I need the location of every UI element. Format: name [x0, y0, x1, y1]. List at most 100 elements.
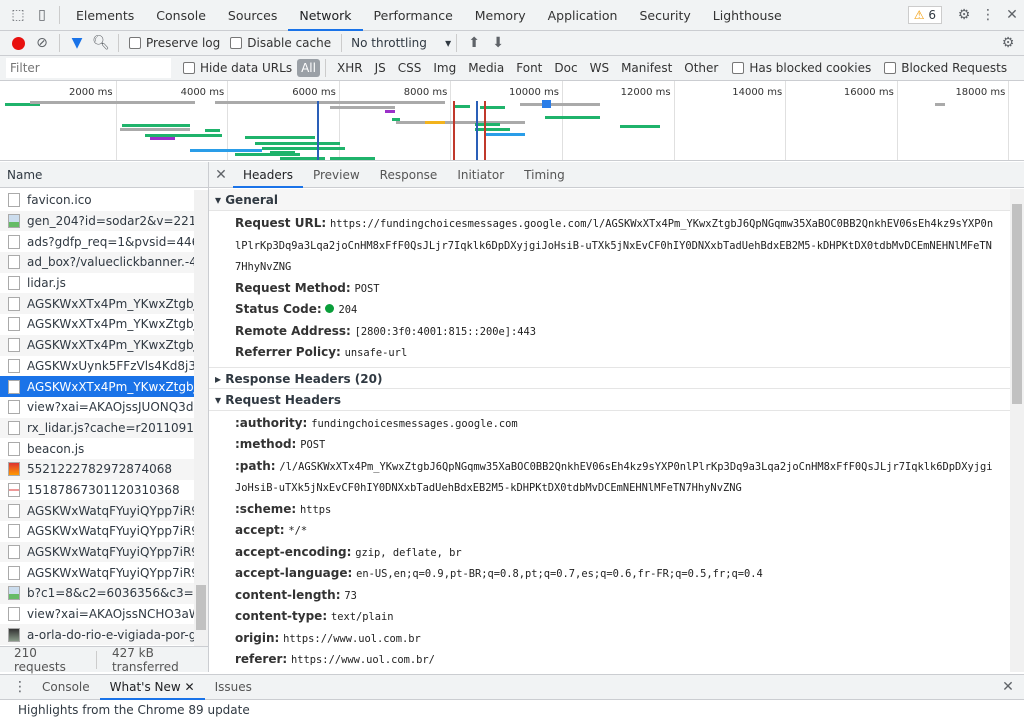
request-row[interactable]: ad_box?/valueclickbanner.-480x — [0, 252, 194, 273]
dropdown-arrow-icon: ▾ — [445, 36, 452, 50]
filter-type-xhr[interactable]: XHR — [331, 61, 369, 75]
general-section-toggle[interactable]: ▾ General — [209, 189, 1010, 211]
tab-response[interactable]: Response — [370, 162, 448, 188]
request-row[interactable]: AGSKWxWatqFYuyiQYpp7iR9gk — [0, 521, 194, 542]
request-name: AGSKWxXTx4Pm_YKwxZtgbJ6Q — [27, 379, 194, 394]
request-row[interactable]: 5521222782972874068 — [0, 458, 194, 480]
close-details-icon[interactable]: ✕ — [209, 164, 233, 186]
tab-initiator[interactable]: Initiator — [447, 162, 514, 188]
tab-elements[interactable]: Elements — [65, 0, 145, 31]
disable-cache-checkbox[interactable]: Disable cache — [230, 36, 331, 50]
request-headers-section-toggle[interactable]: ▾ Request Headers — [209, 388, 1010, 411]
filter-type-media[interactable]: Media — [462, 61, 510, 75]
gear-icon[interactable]: ⚙ — [952, 4, 976, 26]
header-value: fundingchoicesmessages.google.com — [311, 417, 518, 430]
request-row[interactable]: gen_204?id=sodar2&v=221&t= — [0, 210, 194, 232]
request-name: a-orla-do-rio-e-vigiada-por-gu — [27, 627, 194, 642]
tab-preview[interactable]: Preview — [303, 162, 370, 188]
request-row[interactable]: b?c1=8&c2=6036356&c3=1&n — [0, 583, 194, 604]
network-overview-timeline[interactable]: 2000 ms 4000 ms 6000 ms 8000 ms 10000 ms 1200… — [0, 81, 1024, 161]
clear-icon[interactable]: ⊘ — [30, 32, 54, 54]
drawer-tab-console[interactable]: Console — [32, 674, 100, 700]
warnings-badge[interactable]: ⚠ 6 — [907, 6, 942, 24]
filter-type-manifest[interactable]: Manifest — [615, 61, 678, 75]
more-options-icon[interactable]: ⋮ — [976, 4, 1000, 26]
request-row[interactable]: AGSKWxWatqFYuyiQYpp7iR9gk — [0, 562, 194, 583]
scrollbar-thumb[interactable] — [196, 585, 206, 630]
filter-input[interactable] — [6, 58, 171, 78]
request-row[interactable]: favicon.ico — [0, 190, 194, 211]
header-value: [2800:3f0:4001:815::200e]:443 — [354, 325, 537, 338]
filter-type-font[interactable]: Font — [510, 61, 548, 75]
drawer-tab-what-s-new[interactable]: What's New ✕ — [99, 674, 205, 700]
close-tab-icon[interactable]: ✕ — [181, 680, 195, 694]
close-drawer-icon[interactable]: ✕ — [996, 676, 1020, 698]
tick-label: 6000 ms — [292, 87, 336, 98]
filter-type-ws[interactable]: WS — [584, 61, 615, 75]
tab-timing[interactable]: Timing — [514, 162, 575, 188]
filter-icon[interactable]: ▼ — [65, 32, 89, 54]
request-row[interactable]: 15187867301120310368 — [0, 480, 194, 501]
request-row[interactable]: AGSKWxXTx4Pm_YKwxZtgbJ6Q — [0, 376, 194, 397]
request-row[interactable]: a-orla-do-rio-e-vigiada-por-gu — [0, 624, 194, 646]
request-row[interactable]: lidar.js — [0, 273, 194, 294]
timeline-tick: 18000 ms — [955, 81, 1010, 160]
request-row[interactable]: AGSKWxUynk5FFzVls4Kd8j3GN — [0, 356, 194, 377]
header-row: content-length: 73 — [209, 585, 1010, 607]
request-row[interactable]: AGSKWxXTx4Pm_YKwxZtgbJ6Q — [0, 314, 194, 335]
filter-type-js[interactable]: JS — [369, 61, 392, 75]
request-name: AGSKWxWatqFYuyiQYpp7iR9gk — [27, 565, 194, 580]
tab-network[interactable]: Network — [288, 0, 363, 31]
filter-type-img[interactable]: Img — [427, 61, 462, 75]
timeline-bar — [425, 121, 445, 124]
inspect-element-icon[interactable]: ⬚ — [6, 4, 30, 26]
blocked-requests-checkbox[interactable]: Blocked Requests — [884, 61, 1007, 75]
has-blocked-cookies-checkbox[interactable]: Has blocked cookies — [732, 61, 871, 75]
preserve-log-checkbox[interactable]: Preserve log — [129, 36, 220, 50]
header-row: Remote Address: [2800:3f0:4001:815::200e… — [209, 321, 1010, 343]
network-settings-gear-icon[interactable]: ⚙ — [996, 32, 1020, 54]
tab-performance[interactable]: Performance — [363, 0, 464, 31]
device-toolbar-icon[interactable]: ▯ — [30, 4, 54, 26]
request-name: 15187867301120310368 — [27, 482, 180, 497]
request-row[interactable]: AGSKWxWatqFYuyiQYpp7iR9gk — [0, 500, 194, 521]
export-har-icon[interactable]: ⬇ — [486, 32, 510, 54]
request-row[interactable]: ads?gdfp_req=1&pvsid=44692. — [0, 231, 194, 252]
filter-type-doc[interactable]: Doc — [548, 61, 583, 75]
request-name: AGSKWxWatqFYuyiQYpp7iR9gk — [27, 503, 194, 518]
filter-type-other[interactable]: Other — [678, 61, 724, 75]
filter-type-css[interactable]: CSS — [392, 61, 428, 75]
tab-headers[interactable]: Headers — [233, 162, 303, 188]
tab-console[interactable]: Console — [145, 0, 217, 31]
request-row[interactable]: beacon.js — [0, 438, 194, 459]
filter-type-all[interactable]: All — [297, 59, 320, 77]
request-row[interactable]: AGSKWxXTx4Pm_YKwxZtgbJ6Q — [0, 334, 194, 356]
details-scrollbar[interactable] — [1010, 189, 1024, 672]
tab-application[interactable]: Application — [537, 0, 629, 31]
close-icon[interactable]: ✕ — [1000, 4, 1024, 26]
request-row[interactable]: rx_lidar.js?cache=r20110914 — [0, 417, 194, 439]
request-row[interactable]: AGSKWxWatqFYuyiQYpp7iR9gk — [0, 541, 194, 563]
request-list-scrollbar[interactable] — [194, 190, 208, 646]
hide-data-urls-checkbox[interactable]: Hide data URLs — [183, 61, 292, 75]
tab-memory[interactable]: Memory — [464, 0, 537, 31]
timeline-bar — [545, 116, 600, 119]
throttling-select[interactable]: No throttling ▾ — [351, 36, 451, 50]
drawer-tab-issues[interactable]: Issues — [205, 674, 262, 700]
tab-lighthouse[interactable]: Lighthouse — [702, 0, 793, 31]
record-button[interactable] — [6, 32, 30, 54]
tab-security[interactable]: Security — [628, 0, 701, 31]
request-row[interactable]: AGSKWxXTx4Pm_YKwxZtgbJ6Q — [0, 293, 194, 315]
drawer-menu-icon[interactable]: ⋮ — [8, 676, 32, 698]
scrollbar-thumb[interactable] — [1012, 204, 1022, 404]
search-icon[interactable]: 🔍︎ — [89, 32, 113, 54]
timeline-tick: 14000 ms — [732, 81, 787, 160]
request-count: 210 requests — [14, 645, 66, 674]
divider — [96, 650, 97, 669]
response-headers-section-toggle[interactable]: ▸ Response Headers (20) — [209, 366, 1010, 389]
request-row[interactable]: view?xai=AKAOjssJUONQ3drwJ — [0, 397, 194, 418]
import-har-icon[interactable]: ⬆ — [462, 32, 486, 54]
name-column-header[interactable]: Name — [0, 162, 208, 188]
tab-sources[interactable]: Sources — [217, 0, 288, 31]
request-row[interactable]: view?xai=AKAOjssNCHO3aW_0 — [0, 604, 194, 625]
